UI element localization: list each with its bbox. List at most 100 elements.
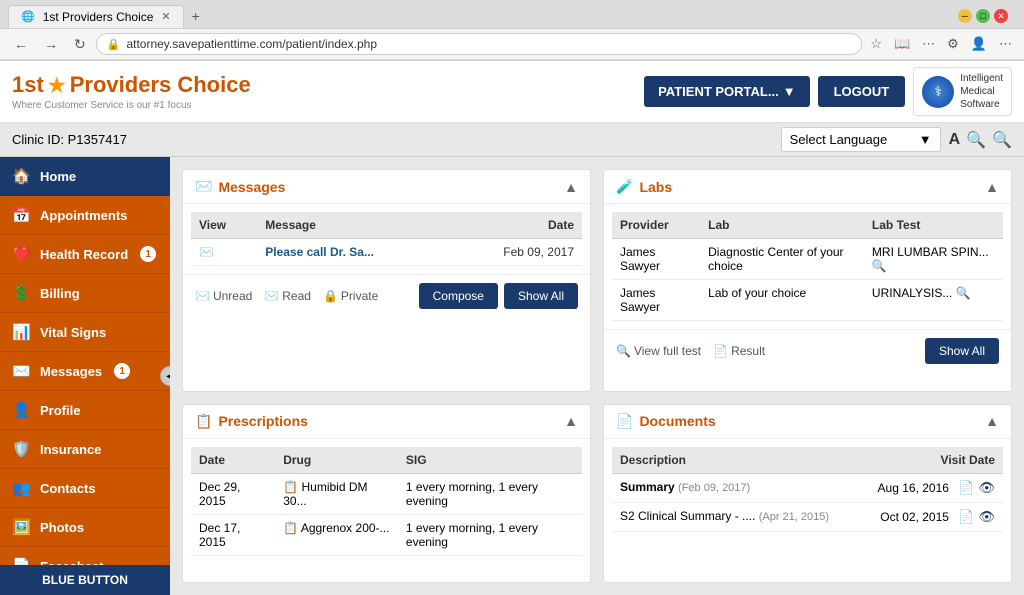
prescriptions-title-text: Prescriptions [218,413,307,429]
documents-card-title: 📄 Documents [616,413,716,430]
extensions-btn[interactable]: ⋯ [995,34,1016,54]
lab-search-icon-1[interactable]: 🔍 [872,259,887,273]
forward-button[interactable]: → [38,34,64,54]
result-link[interactable]: 📄 Result [713,344,765,358]
menu-btn[interactable]: ⋯ [918,34,939,54]
lock-filter-icon: 🔒 [323,289,338,303]
window-close-btn[interactable]: ✕ [994,9,1008,23]
messages-show-all-button[interactable]: Show All [504,283,578,309]
new-tab-button[interactable]: + [184,4,208,28]
sidebar-item-messages[interactable]: ✉️ Messages 1 [0,352,170,391]
table-row: Summary (Feb 09, 2017) Aug 16, 2016 📄 👁 [612,473,1003,502]
clinic-bar-right: Select Language ▼ A 🔍 🔍 [781,127,1012,152]
labs-collapse-button[interactable]: ▲ [985,179,999,195]
private-filter-link[interactable]: 🔒 Private [323,289,378,303]
labs-table: Provider Lab Lab Test James Sawyer Diagn… [612,212,1003,321]
logo-suffix: Providers Choice [70,72,251,98]
lang-search-button-2[interactable]: 🔍 [992,130,1012,150]
logo-prefix: 1st [12,72,44,98]
language-select[interactable]: Select Language ▼ [781,127,941,152]
messages-card-icon: ✉️ [195,178,212,195]
unread-filter-link[interactable]: ✉️ Unread [195,289,252,303]
compose-button[interactable]: Compose [419,283,498,309]
sidebar-item-health-record[interactable]: ❤️ Health Record 1 [0,235,170,274]
view-full-test-label: View full test [634,344,701,358]
settings-icon[interactable]: ⚙ [943,34,963,54]
content-area: ✉️ Messages ▲ View Message Date [170,157,1024,595]
sidebar-item-label-profile: Profile [40,403,80,418]
rx-col-date: Date [191,447,275,474]
doc-download-btn-2[interactable]: 📄 [958,509,974,525]
insurance-icon: 🛡️ [12,440,30,458]
sidebar-item-profile[interactable]: 👤 Profile [0,391,170,430]
browser-tab[interactable]: 🌐 1st Providers Choice ✕ [8,5,184,28]
home-icon: 🏠 [12,167,30,185]
prescriptions-card-icon: 📋 [195,413,212,430]
patient-portal-label: PATIENT PORTAL... [658,84,779,99]
contacts-icon: 👥 [12,479,30,497]
bookmark-btn[interactable]: ☆ [866,34,886,54]
back-button[interactable]: ← [8,34,34,54]
health-record-icon: ❤️ [12,245,30,263]
documents-collapse-button[interactable]: ▲ [985,413,999,429]
window-maximize-btn[interactable]: □ [976,9,990,23]
header-right: PATIENT PORTAL... ▼ LOGOUT ⚕ Intelligent… [644,67,1012,116]
ims-text: Intelligent Medical Software [960,72,1003,111]
reading-view-btn[interactable]: 📖 [890,34,914,54]
blue-button-bar[interactable]: BLUE BUTTON [0,565,170,595]
sidebar-item-photos[interactable]: 🖼️ Photos [0,508,170,547]
doc-view-btn-1[interactable]: 👁 [978,480,995,496]
lab-search-icon-2[interactable]: 🔍 [956,286,971,300]
labs-card-header: 🧪 Labs ▲ [604,170,1011,204]
labs-card: 🧪 Labs ▲ Provider Lab Lab Test [603,169,1012,392]
sidebar-item-label-insurance: Insurance [40,442,101,457]
rx-drug-icon-1: 📋 [283,480,298,494]
documents-table: Description Visit Date Summary (Feb 09, … [612,447,1003,532]
lang-search-button-1[interactable]: 🔍 [966,130,986,150]
logo-area: 1st ★ Providers Choice Where Customer Se… [12,72,251,111]
read-envelope-icon: ✉️ [264,289,279,303]
msg-view-icon: ✉️ [191,239,257,266]
tab-close-btn[interactable]: ✕ [161,10,170,23]
view-full-test-link[interactable]: 🔍 View full test [616,344,701,358]
refresh-button[interactable]: ↻ [68,34,92,55]
labs-show-all-button[interactable]: Show All [925,338,999,364]
labs-footer-links: 🔍 View full test 📄 Result [616,344,765,358]
sidebar-item-vital-signs[interactable]: 📊 Vital Signs [0,313,170,352]
sidebar-item-home[interactable]: 🏠 Home [0,157,170,196]
msg-subject[interactable]: Please call Dr. Sa... [257,239,449,266]
sidebar-item-appointments[interactable]: 📅 Appointments [0,196,170,235]
address-bar[interactable]: 🔒 attorney.savepatienttime.com/patient/i… [96,33,863,55]
lab-test-1: MRI LUMBAR SPIN... 🔍 [864,239,1003,280]
doc-visit-date-1: Aug 16, 2016 📄 👁 [857,473,1003,502]
sidebar-item-insurance[interactable]: 🛡️ Insurance [0,430,170,469]
doc-view-btn-2[interactable]: 👁 [978,509,995,525]
documents-card-header: 📄 Documents ▲ [604,405,1011,439]
prescriptions-table: Date Drug SIG Dec 29, 2015 📋 Humibid DM … [191,447,582,556]
rx-date-2: Dec 17, 2015 [191,514,275,555]
private-label: Private [341,289,378,303]
window-minimize-btn[interactable]: ─ [958,9,972,23]
messages-footer-links: ✉️ Unread ✉️ Read 🔒 Private [195,289,378,303]
person-icon[interactable]: 👤 [967,34,991,54]
security-lock-icon: 🔒 [107,38,121,51]
logout-button[interactable]: LOGOUT [818,76,906,107]
prescriptions-card-title: 📋 Prescriptions [195,413,308,430]
sidebar-item-contacts[interactable]: 👥 Contacts [0,469,170,508]
lang-a-button[interactable]: A [949,130,961,150]
doc-download-btn-1[interactable]: 📄 [958,480,974,496]
prescriptions-collapse-button[interactable]: ▲ [564,413,578,429]
sidebar-item-label-photos: Photos [40,520,84,535]
messages-footer-actions: Compose Show All [419,283,578,309]
labs-card-footer: 🔍 View full test 📄 Result Show All [604,329,1011,372]
labs-card-body: Provider Lab Lab Test James Sawyer Diagn… [604,204,1011,329]
patient-portal-button[interactable]: PATIENT PORTAL... ▼ [644,76,809,107]
labs-title-text: Labs [639,179,672,195]
messages-collapse-button[interactable]: ▲ [564,179,578,195]
read-filter-link[interactable]: ✉️ Read [264,289,311,303]
doc-description-1: Summary (Feb 09, 2017) [612,473,857,502]
sidebar-item-label-vital-signs: Vital Signs [40,325,106,340]
read-label: Read [282,289,311,303]
documents-title-text: Documents [639,413,715,429]
sidebar-item-billing[interactable]: 💲 Billing [0,274,170,313]
